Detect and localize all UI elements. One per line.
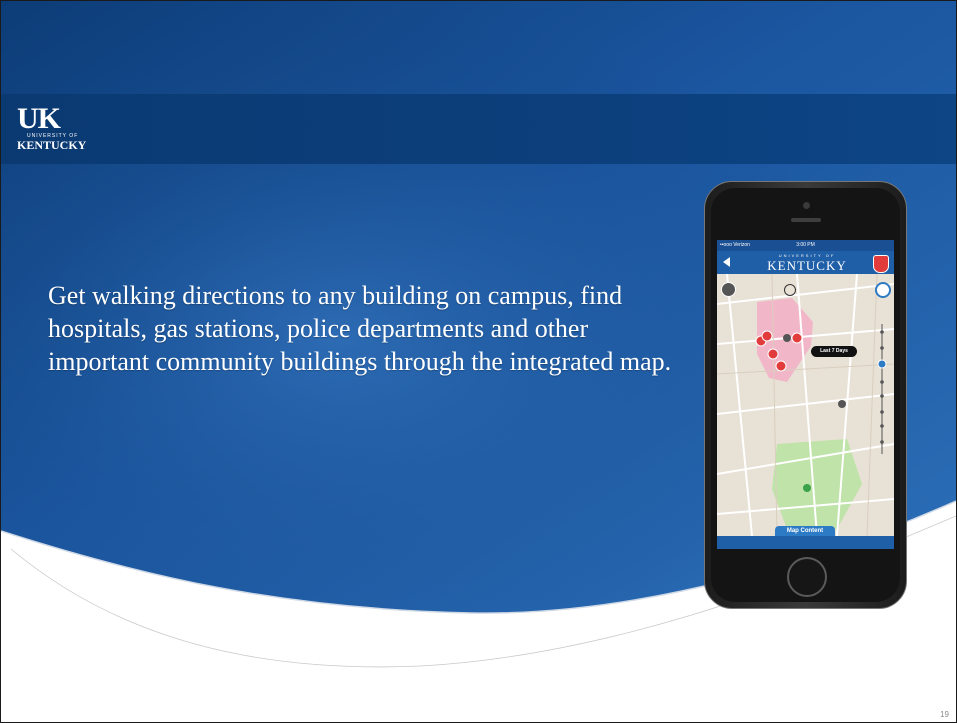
timeline-handle[interactable] xyxy=(877,359,887,369)
slide-body-text: Get walking directions to any building o… xyxy=(48,281,672,376)
time-filter-badge[interactable]: Last 7 Days xyxy=(811,346,857,357)
camera-icon xyxy=(803,202,810,209)
gas-station-marker-icon[interactable] xyxy=(783,334,791,342)
shield-icon[interactable] xyxy=(873,255,889,273)
crosshair-icon[interactable] xyxy=(784,284,796,296)
app-brand-large: KENTUCKY xyxy=(767,258,847,273)
home-button[interactable] xyxy=(787,557,827,597)
phone-screen: ••ooo Verizon 3:00 PM UNIVERSITY OF KENT… xyxy=(717,240,894,549)
speaker-grille xyxy=(791,218,821,222)
slide: UK UNIVERSITY OF KENTUCKY Get walking di… xyxy=(0,0,957,723)
uk-wordmark: UK xyxy=(17,102,61,135)
logo-band xyxy=(1,94,956,164)
status-time: 3:00 PM xyxy=(796,242,815,248)
phone-body: ••ooo Verizon 3:00 PM UNIVERSITY OF KENT… xyxy=(704,181,907,609)
map-content-button[interactable]: Map Content xyxy=(775,526,835,536)
page-number: 19 xyxy=(940,710,949,719)
locate-icon[interactable] xyxy=(721,282,736,297)
campus-map[interactable] xyxy=(717,274,894,536)
clock-icon[interactable] xyxy=(875,282,891,298)
app-brand: UNIVERSITY OF KENTUCKY xyxy=(757,253,857,273)
status-bar: ••ooo Verizon 3:00 PM xyxy=(717,240,894,251)
kentucky-text: KENTUCKY xyxy=(17,138,87,152)
back-arrow-icon[interactable] xyxy=(723,257,730,267)
app-footer xyxy=(717,536,894,549)
uk-logo: UK UNIVERSITY OF KENTUCKY xyxy=(17,102,117,157)
phone-mockup: ••ooo Verizon 3:00 PM UNIVERSITY OF KENT… xyxy=(704,181,907,609)
app-header: UNIVERSITY OF KENTUCKY xyxy=(717,251,894,274)
park-marker-icon[interactable] xyxy=(803,484,811,492)
poi-marker-icon[interactable] xyxy=(838,400,846,408)
